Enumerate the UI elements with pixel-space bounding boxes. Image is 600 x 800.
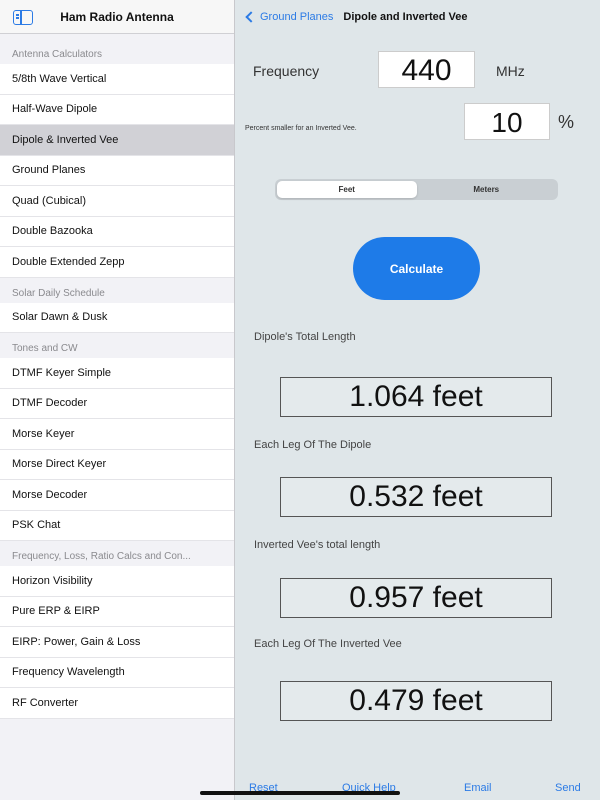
sidebar-item-morse-direct-keyer[interactable]: Morse Direct Keyer [0, 449, 234, 480]
percent-label: Percent smaller for an Inverted Vee. [245, 125, 357, 132]
sidebar-item-solar-dawn-dusk[interactable]: Solar Dawn & Dusk [0, 302, 234, 333]
sidebar-item-psk-chat[interactable]: PSK Chat [0, 510, 234, 541]
section-header-solar: Solar Daily Schedule [0, 277, 234, 303]
sidebar-item-pure-erp-eirp[interactable]: Pure ERP & EIRP [0, 596, 234, 627]
footer-toolbar: Reset Quick Help Email Send [235, 775, 600, 800]
frequency-label: Frequency [253, 63, 320, 79]
main-panel: Ground Planes Dipole and Inverted Vee Fr… [235, 0, 600, 800]
result-value-vee-leg: 0.479 feet [280, 681, 552, 721]
calculate-button[interactable]: Calculate [353, 237, 480, 300]
sidebar-item-rf-converter[interactable]: RF Converter [0, 688, 234, 719]
percent-input[interactable]: 10 [464, 103, 550, 140]
result-label-dipole-leg: Each Leg Of The Dipole [254, 439, 372, 451]
sidebar-item-quad[interactable]: Quad (Cubical) [0, 186, 234, 217]
sidebar-toggle-icon[interactable] [13, 10, 33, 25]
sidebar-item-double-bazooka[interactable]: Double Bazooka [0, 216, 234, 247]
result-value-dipole-leg: 0.532 feet [280, 477, 552, 517]
chevron-left-icon [245, 11, 257, 23]
section-header-frequency: Frequency, Loss, Ratio Calcs and Con... [0, 541, 234, 566]
sidebar-title: Ham Radio Antenna [60, 9, 174, 24]
percent-unit: % [558, 112, 575, 132]
sidebar-item-double-extended-zepp[interactable]: Double Extended Zepp [0, 247, 234, 278]
sidebar-item-frequency-wavelength[interactable]: Frequency Wavelength [0, 657, 234, 688]
result-label-vee-total: Inverted Vee's total length [254, 539, 381, 551]
sidebar-item-dtmf-keyer-simple[interactable]: DTMF Keyer Simple [0, 358, 234, 389]
segment-feet[interactable]: Feet [277, 181, 417, 198]
frequency-unit: MHz [496, 63, 525, 79]
email-button[interactable]: Email [464, 782, 492, 794]
result-label-vee-leg: Each Leg Of The Inverted Vee [254, 638, 402, 650]
result-label-dipole-total: Dipole's Total Length [254, 331, 356, 343]
frequency-input[interactable]: 440 [378, 51, 475, 88]
nav-bar: Ground Planes Dipole and Inverted Vee [235, 0, 600, 34]
segment-meters[interactable]: Meters [417, 181, 557, 198]
back-button[interactable]: Ground Planes [245, 11, 333, 23]
result-value-vee-total: 0.957 feet [280, 578, 552, 618]
section-header-tones: Tones and CW [0, 333, 234, 358]
sidebar-item-morse-keyer[interactable]: Morse Keyer [0, 419, 234, 450]
sidebar-item-half-wave-dipole[interactable]: Half-Wave Dipole [0, 94, 234, 125]
home-indicator [200, 791, 400, 795]
result-value-dipole-total: 1.064 feet [280, 377, 552, 417]
sidebar-item-eirp-power-gain-loss[interactable]: EIRP: Power, Gain & Loss [0, 627, 234, 658]
sidebar-item-horizon-visibility[interactable]: Horizon Visibility [0, 566, 234, 597]
sidebar-header: Ham Radio Antenna [0, 0, 234, 34]
sidebar-item-58-wave-vertical[interactable]: 5/8th Wave Vertical [0, 64, 234, 95]
unit-segmented-control: Feet Meters [275, 179, 558, 200]
sidebar-item-dtmf-decoder[interactable]: DTMF Decoder [0, 388, 234, 419]
sidebar-item-dipole-inverted-vee[interactable]: Dipole & Inverted Vee [0, 125, 234, 156]
back-button-label: Ground Planes [260, 11, 334, 23]
sidebar: Ham Radio Antenna Antenna Calculators 5/… [0, 0, 235, 800]
sidebar-item-ground-planes[interactable]: Ground Planes [0, 155, 234, 186]
section-header-antenna: Antenna Calculators [0, 34, 234, 64]
sidebar-item-morse-decoder[interactable]: Morse Decoder [0, 480, 234, 511]
send-button[interactable]: Send [555, 782, 581, 794]
page-title: Dipole and Inverted Vee [343, 11, 468, 23]
